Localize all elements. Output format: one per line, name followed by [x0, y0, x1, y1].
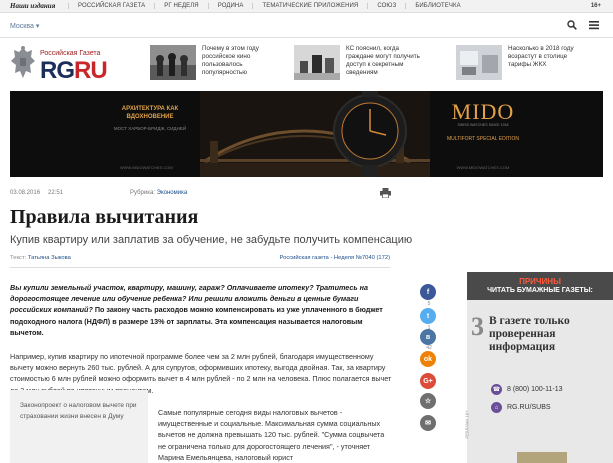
phone-icon: ☎ [491, 384, 502, 395]
nav-soyuz[interactable]: Союз [367, 3, 405, 9]
googleplus-icon: G+ [423, 377, 433, 385]
rubric-link[interactable]: Экономика [157, 190, 188, 196]
googleplus-share-button[interactable]: G+ [420, 373, 436, 389]
print-icon[interactable] [380, 188, 391, 198]
ad-subs-row: ⌂ RG.RU/SUBS [491, 402, 551, 413]
top-bar: Наши издания Российская газета РГ Неделя… [0, 0, 613, 13]
rubric: Рубрика: Экономика [130, 190, 188, 196]
divider [10, 267, 390, 268]
article-lead: Вы купили земельный участок, квартиру, м… [10, 282, 390, 338]
star-icon: ☆ [424, 398, 432, 405]
teaser-text: КС пояснил, когда граждане могут получит… [346, 45, 420, 76]
ad-header-white: ЧИТАТЬ БУМАЖНЫЕ ГАЗЕТЫ: [487, 287, 593, 294]
article-time: 22:51 [48, 190, 64, 196]
ad-phone-row: ☎ 8 (800) 100-11-13 [491, 384, 563, 395]
nav-library[interactable]: Библиотечка [405, 3, 469, 9]
twitter-icon: t [426, 312, 430, 320]
nav-thematic[interactable]: Тематические приложения [252, 3, 367, 9]
ok-share-button[interactable]: ok [420, 351, 436, 367]
mail-icon: ✉ [425, 420, 431, 427]
teaser-text: Насколько в 2018 году возрастут в столиц… [508, 45, 574, 68]
author-byline: Текст: Татьяна Зыкова [10, 255, 71, 261]
facebook-icon: f [426, 288, 430, 296]
ad-text: В газете только проверенная информация [489, 315, 570, 353]
ad-header-red: ПРИЧИНЫ [519, 277, 561, 286]
teaser-item[interactable]: Насколько в 2018 году возрастут в столиц… [456, 45, 582, 83]
vk-share-button[interactable]: в [420, 329, 436, 345]
nav-rg-nedelya[interactable]: РГ Неделя [154, 3, 208, 9]
article-subtitle: Купив квартиру или заплатив за обучение,… [10, 234, 413, 246]
subscription-ad[interactable]: ПРИЧИНЫ ЧИТАТЬ БУМАЖНЫЕ ГАЗЕТЫ: 3 В газе… [464, 272, 613, 463]
share-count: 5 [427, 301, 431, 307]
city-row: Москва ▾ [0, 14, 613, 38]
ad-header: ПРИЧИНЫ ЧИТАТЬ БУМАЖНЫЕ ГАЗЕТЫ: [467, 272, 613, 300]
web-icon: ⌂ [491, 402, 502, 413]
facebook-share-button[interactable]: f [420, 284, 436, 300]
author-link[interactable]: Татьяна Зыкова [28, 255, 71, 261]
ad-disclaimer: РЕКЛАМА 16+ [464, 410, 470, 439]
teaser-thumbnail [150, 45, 196, 80]
teaser-thumbnail [456, 45, 502, 80]
related-article-box[interactable]: Законопроект о налоговом вычете при стра… [10, 390, 148, 463]
article-title: Правила вычитания [10, 206, 199, 228]
article-paragraph: Самые популярные сегодня виды налоговых … [158, 408, 385, 462]
ad-phone[interactable]: 8 (800) 100-11-13 [507, 386, 563, 393]
banner-model: MULTIFORT SPECIAL EDITION [446, 136, 520, 142]
age-rating: 16+ [590, 3, 601, 9]
coat-of-arms-icon [11, 46, 35, 78]
publications-nav: Российская газета РГ Неделя Родина Темат… [68, 3, 470, 9]
city-label: Москва [10, 23, 34, 30]
nav-rossiyskaya-gazeta[interactable]: Российская газета [68, 3, 154, 9]
vk-icon: в [425, 333, 431, 341]
teaser-thumbnail [294, 45, 340, 80]
banner-headline: АРХИТЕКТУРА КАК ВДОХНОВЕНИЕ [121, 106, 179, 120]
teaser-item[interactable]: КС пояснил, когда граждане могут получит… [294, 45, 420, 83]
our-publications-link[interactable]: Наши издания [10, 2, 55, 10]
site-logo[interactable]: Российская Газета RGRU [10, 45, 108, 85]
teaser-item[interactable]: Почему в этом году российское кино польз… [150, 45, 276, 83]
logo-small-text: Российская Газета [40, 50, 101, 57]
teaser-text: Почему в этом году российское кино польз… [202, 45, 259, 76]
logo-wordmark: RGRU [40, 57, 108, 84]
banner-site-left: WWW.MIDOWATCHES.COM [120, 165, 173, 170]
article-date: 03.08.2016 [10, 190, 41, 196]
mido-ad-banner[interactable]: АРХИТЕКТУРА КАК ВДОХНОВЕНИЕ МОСТ ХАРБОР-… [10, 91, 603, 177]
favorite-button[interactable]: ☆ [420, 393, 436, 409]
odnoklassniki-icon: ok [423, 355, 433, 363]
banner-site: WWW.MIDOWATCHES.COM [456, 165, 510, 170]
city-selector[interactable]: Москва ▾ [10, 22, 39, 30]
ad-subs-link[interactable]: RG.RU/SUBS [507, 404, 551, 411]
article-meta: 03.08.2016 22:51 Рубрика: Экономика [10, 190, 187, 196]
issue-link[interactable]: Российская газета - Неделя №7040 (172) [280, 255, 390, 261]
banner-brand-sub: SWISS WATCHES SINCE 1918 [457, 123, 509, 127]
twitter-share-button[interactable]: t [420, 308, 436, 324]
search-icon[interactable] [567, 20, 577, 30]
email-share-button[interactable]: ✉ [420, 415, 436, 431]
ad-image [517, 452, 567, 463]
author-row: Текст: Татьяна Зыкова Российская газета … [10, 255, 390, 265]
banner-subline: МОСТ ХАРБОР-БРИДЖ, СИДНЕЙ [113, 126, 187, 131]
ad-number: 3 [471, 312, 484, 341]
menu-icon[interactable] [589, 20, 599, 30]
banner-brand: MIDO [451, 99, 515, 124]
nav-rodina[interactable]: Родина [207, 3, 253, 9]
chevron-down-icon: ▾ [35, 23, 40, 30]
